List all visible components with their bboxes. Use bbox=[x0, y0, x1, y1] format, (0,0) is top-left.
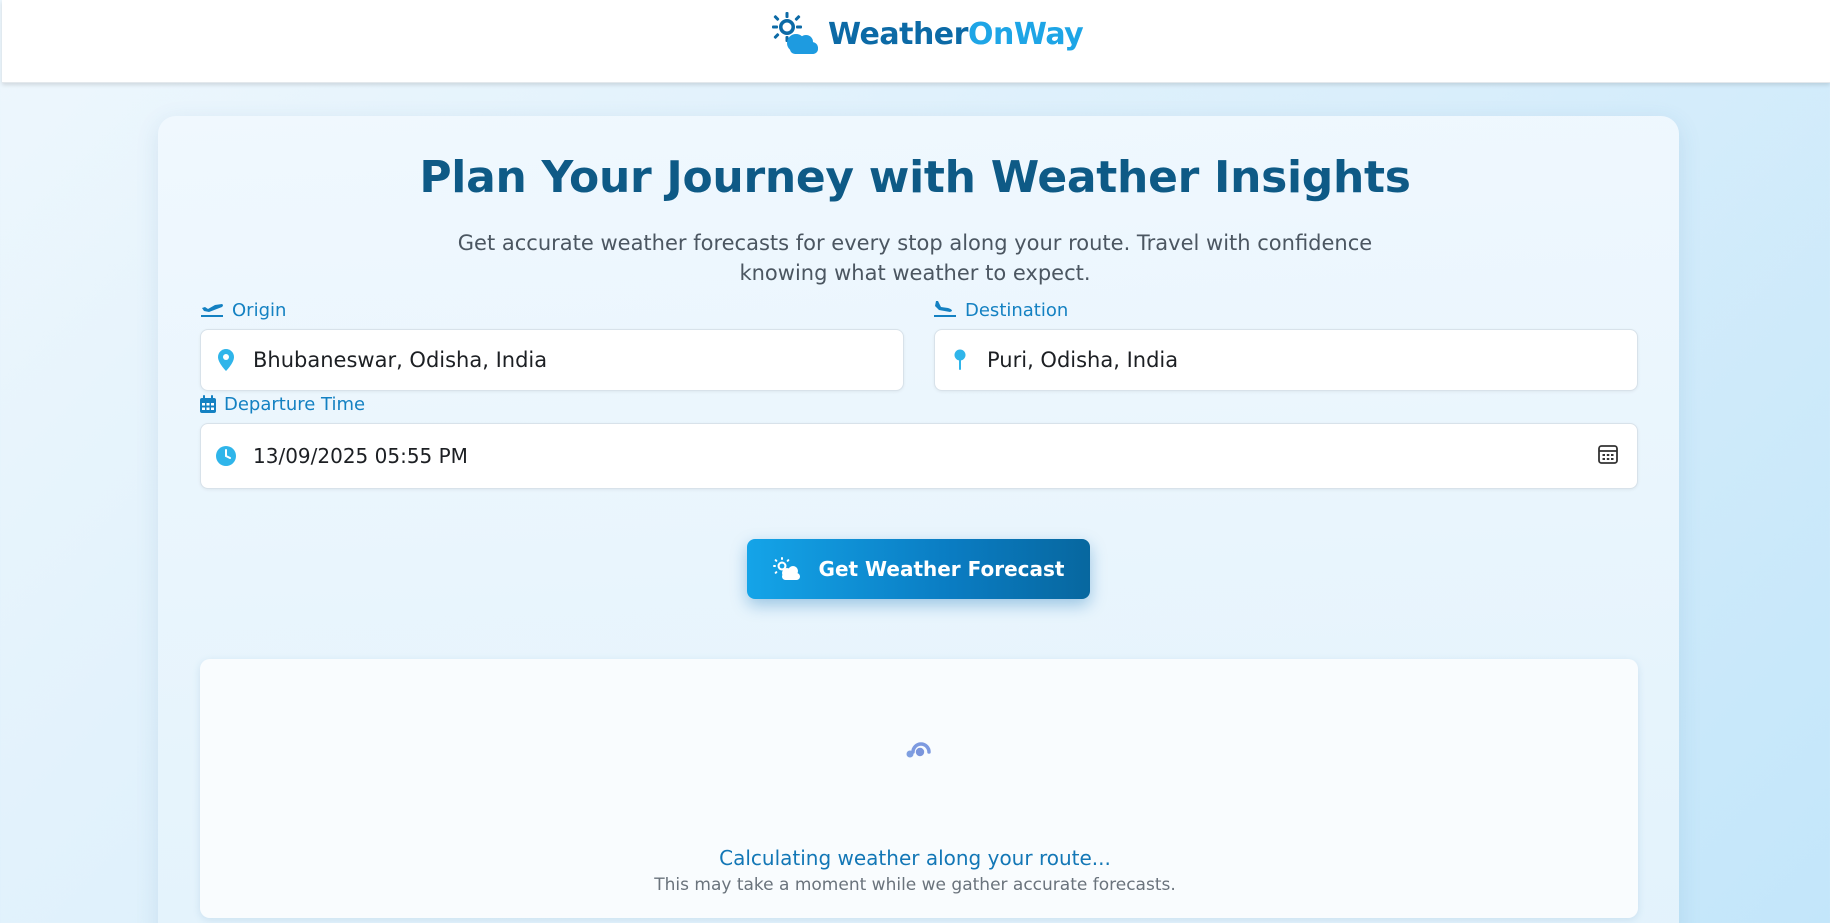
calendar-picker-icon[interactable] bbox=[1597, 443, 1619, 465]
map-pin-icon bbox=[949, 349, 971, 371]
loading-spinner-icon bbox=[906, 742, 931, 758]
departure-datetime-input[interactable]: 13/09/2025 05:55 PM bbox=[200, 423, 1638, 489]
plane-arrival-icon bbox=[934, 301, 956, 317]
page-subtitle: Get accurate weather forecasts for every… bbox=[457, 231, 1373, 285]
origin-value: Bhubaneswar, Odisha, India bbox=[253, 348, 548, 372]
brand-name-part1: Weather bbox=[828, 16, 968, 52]
calendar-icon bbox=[200, 395, 216, 413]
destination-label-text: Destination bbox=[965, 299, 1069, 321]
loading-title: Calculating weather along your route... bbox=[719, 846, 1111, 870]
origin-label: Origin bbox=[200, 298, 286, 322]
get-weather-forecast-button[interactable]: Get Weather Forecast bbox=[747, 539, 1090, 599]
get-weather-forecast-label: Get Weather Forecast bbox=[818, 557, 1065, 581]
origin-input[interactable]: Bhubaneswar, Odisha, India bbox=[200, 329, 904, 391]
brand-name-part2: OnWay bbox=[967, 16, 1084, 52]
destination-label: Destination bbox=[933, 298, 1068, 322]
plane-departure-icon bbox=[201, 304, 223, 317]
departure-label: Departure Time bbox=[200, 392, 365, 416]
brand-name: WeatherOnWay bbox=[828, 16, 1084, 52]
sun-cloud-icon bbox=[772, 12, 818, 54]
brand-logo[interactable]: WeatherOnWay bbox=[770, 10, 1084, 58]
clock-icon bbox=[215, 445, 237, 467]
sun-cloud-icon bbox=[772, 557, 800, 580]
loading-subtitle: This may take a moment while we gather a… bbox=[654, 875, 1176, 895]
departure-value: 13/09/2025 05:55 PM bbox=[253, 444, 468, 468]
page-title: Plan Your Journey with Weather Insights bbox=[419, 152, 1411, 203]
destination-value: Puri, Odisha, India bbox=[987, 348, 1179, 372]
departure-label-text: Departure Time bbox=[224, 393, 366, 415]
origin-label-text: Origin bbox=[232, 299, 287, 321]
map-marker-icon bbox=[215, 349, 237, 371]
destination-input[interactable]: Puri, Odisha, India bbox=[934, 329, 1638, 391]
top-navbar: WeatherOnWay bbox=[2, 0, 1830, 83]
